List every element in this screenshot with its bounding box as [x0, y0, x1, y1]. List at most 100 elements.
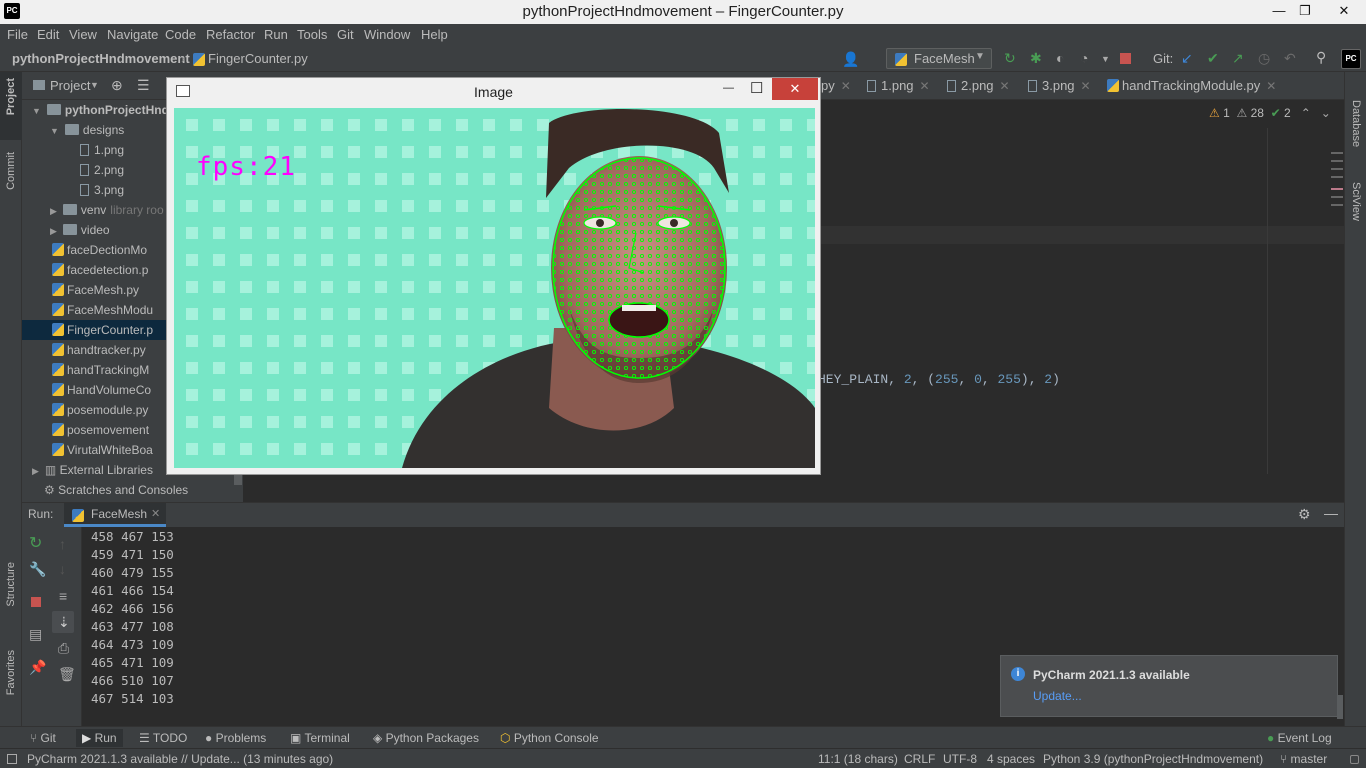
problems-tool-button[interactable]: ● Problems [205, 731, 266, 745]
scroll-down-icon[interactable]: ↓ [59, 562, 66, 576]
collapse-all-icon[interactable]: ☰ [137, 78, 150, 92]
history-icon[interactable]: ◷ [1258, 51, 1270, 65]
code-line[interactable]: HEY_PLAIN, 2, (255, 0, 255), 2) [818, 372, 1060, 387]
close-tab-icon[interactable]: ✕ [151, 507, 160, 520]
run-config-select[interactable]: FaceMesh ▼ [886, 48, 992, 69]
menu-refactor[interactable]: Refactor [206, 27, 255, 42]
menu-tools[interactable]: Tools [297, 27, 327, 42]
pycharm-app-icon[interactable]: PC [1341, 49, 1361, 69]
python-packages-tool-button[interactable]: ◈ Python Packages [373, 731, 479, 745]
git-tool-button[interactable]: ⑂ Git [30, 731, 56, 745]
close-tab-icon[interactable]: ✕ [1081, 79, 1091, 93]
commit-tool-button[interactable]: Commit [5, 152, 17, 190]
event-log-button[interactable]: ● Event Log [1267, 731, 1332, 745]
menu-git[interactable]: Git [337, 27, 354, 42]
expand-arrow-down-icon[interactable]: ▼ [32, 106, 41, 116]
tree-item[interactable]: ⚙ Scratches and Consoles [22, 480, 243, 500]
database-tool-button[interactable]: Database [1350, 100, 1362, 147]
user-icon[interactable]: 👤 [842, 52, 859, 66]
profile-icon[interactable]: ◔ [1080, 51, 1088, 65]
breadcrumb-file[interactable]: FingerCounter.py [208, 51, 308, 66]
terminal-tool-button[interactable]: ▣ Terminal [290, 731, 350, 745]
soft-wrap-icon[interactable]: ≡ [59, 589, 67, 603]
structure-tool-button[interactable]: Structure [5, 562, 17, 607]
maximize-button[interactable]: ❐ [1288, 0, 1322, 24]
chevron-up-icon[interactable]: ⌃ [1301, 106, 1311, 120]
opencv-image-window[interactable]: Image — ☐ ✕ fps:21 [166, 77, 821, 475]
hide-panel-icon[interactable]: — [1324, 506, 1338, 520]
lock-icon[interactable] [1350, 755, 1359, 764]
sciview-tool-button[interactable]: SciView [1350, 182, 1362, 221]
settings-gear-icon[interactable]: ⚙ [1298, 507, 1311, 521]
trash-icon[interactable]: 🗑 [58, 667, 76, 681]
inspection-widget[interactable]: ⚠ 1 ⚠ 28 ✔ 2 ⌃ ⌄ [1209, 106, 1331, 120]
git-push-icon[interactable]: ↗ [1232, 51, 1244, 65]
expand-arrow-down-icon[interactable]: ▼ [50, 126, 59, 136]
tab-2-png[interactable]: 2.png ✕ [947, 78, 1010, 93]
update-link[interactable]: Update... [1033, 689, 1082, 703]
more-run-chevron-icon[interactable]: ▼ [1101, 52, 1110, 66]
rerun-icon[interactable]: ↻ [1004, 51, 1016, 65]
close-button[interactable]: ✕ [1322, 0, 1366, 24]
toggle-tool-windows-icon[interactable] [7, 754, 17, 764]
print-icon[interactable]: ⎙ [58, 641, 69, 655]
project-tool-button[interactable]: Project [5, 78, 17, 115]
pin-icon[interactable]: 📌 [29, 660, 46, 674]
status-message[interactable]: PyCharm 2021.1.3 available // Update... … [27, 752, 333, 766]
indent-setting[interactable]: 4 spaces [987, 752, 1035, 766]
breadcrumb-project[interactable]: pythonProjectHndmovement [12, 51, 190, 66]
rerun-icon[interactable]: ↻ [29, 536, 42, 552]
menu-window[interactable]: Window [364, 27, 410, 42]
search-icon[interactable]: ⚲ [1316, 50, 1326, 64]
git-branch-widget[interactable]: ⑂ master [1280, 752, 1327, 766]
expand-arrow-right-icon[interactable]: ▶ [32, 466, 39, 476]
menu-view[interactable]: View [69, 27, 97, 42]
menu-run[interactable]: Run [264, 27, 288, 42]
scrollbar-thumb[interactable] [234, 475, 242, 485]
project-view-select[interactable]: Project [50, 78, 90, 93]
caret-position[interactable]: 11:1 (18 chars) [818, 752, 898, 766]
tab-handtrackingmodule[interactable]: handTrackingModule.py ✕ [1107, 78, 1276, 93]
chevron-down-icon[interactable]: ▼ [90, 80, 99, 90]
tab-1-png[interactable]: 1.png ✕ [867, 78, 930, 93]
scroll-up-icon[interactable]: ↑ [59, 537, 66, 551]
close-tab-icon[interactable]: ✕ [841, 79, 851, 93]
coverage-icon[interactable]: ◐ [1056, 51, 1064, 65]
favorites-tool-button[interactable]: Favorites [5, 650, 17, 695]
wrench-icon[interactable]: 🔧 [29, 562, 46, 576]
close-tab-icon[interactable]: ✕ [1000, 79, 1010, 93]
close-tab-icon[interactable]: ✕ [1266, 79, 1276, 93]
python-interpreter[interactable]: Python 3.9 (pythonProjectHndmovement) [1043, 752, 1263, 766]
image-minimize-button[interactable]: — [723, 82, 734, 94]
menu-help[interactable]: Help [421, 27, 448, 42]
stop-icon[interactable] [31, 597, 41, 607]
image-maximize-button[interactable]: ☐ [750, 79, 763, 97]
rollback-icon[interactable]: ↶ [1284, 51, 1296, 65]
menu-code[interactable]: Code [165, 27, 196, 42]
menu-navigate[interactable]: Navigate [107, 27, 158, 42]
image-close-button[interactable]: ✕ [772, 78, 818, 100]
stop-icon[interactable] [1120, 53, 1131, 64]
debug-icon[interactable]: ✱ [1030, 51, 1042, 65]
locate-icon[interactable]: ⊕ [111, 78, 123, 92]
line-separator[interactable]: CRLF [904, 752, 935, 766]
tab-3-png[interactable]: 3.png ✕ [1028, 78, 1091, 93]
run-tool-button[interactable]: ▶ Run [76, 729, 123, 747]
todo-tool-button[interactable]: ☰ TODO [139, 731, 187, 745]
error-stripe[interactable] [1331, 148, 1343, 268]
chevron-down-icon[interactable]: ⌄ [1321, 106, 1331, 120]
menu-file[interactable]: File [7, 27, 28, 42]
git-update-icon[interactable]: ↙ [1181, 51, 1193, 65]
layout-icon[interactable]: ▤ [29, 627, 42, 641]
close-tab-icon[interactable]: ✕ [920, 79, 930, 93]
expand-arrow-right-icon[interactable]: ▶ [50, 206, 57, 216]
menu-edit[interactable]: Edit [37, 27, 59, 42]
update-notification[interactable]: i PyCharm 2021.1.3 available Update... [1000, 655, 1338, 717]
expand-arrow-right-icon[interactable]: ▶ [50, 226, 57, 236]
tab-fingercounter[interactable]: py ✕ [821, 78, 851, 93]
run-tab-facemesh[interactable]: FaceMesh ✕ [64, 503, 166, 527]
git-commit-icon[interactable]: ✔ [1207, 51, 1219, 65]
file-encoding[interactable]: UTF-8 [943, 752, 977, 766]
python-console-tool-button[interactable]: ⬡ Python Console [500, 731, 599, 745]
scroll-to-end-icon[interactable]: ⇣ [58, 615, 70, 629]
